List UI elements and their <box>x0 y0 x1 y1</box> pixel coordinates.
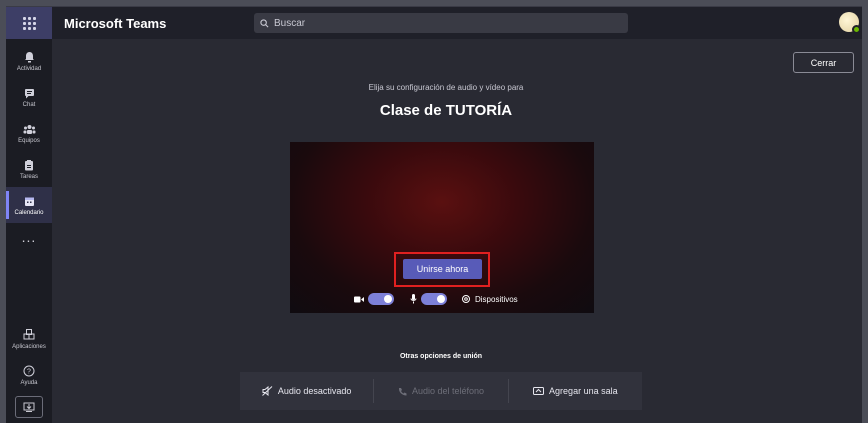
close-button[interactable]: Cerrar <box>793 52 854 73</box>
sidebar-item-label: Equipos <box>18 138 40 144</box>
sidebar-item-activity[interactable]: Actividad <box>6 43 52 79</box>
bell-icon <box>24 50 35 64</box>
sidebar-item-teams[interactable]: Equipos <box>6 115 52 151</box>
status-badge <box>852 25 861 34</box>
sidebar-item-tasks[interactable]: Tareas <box>6 151 52 187</box>
more-apps-button[interactable]: ... <box>6 219 52 255</box>
prejoin-subtitle: Elija su configuración de audio y vídeo … <box>368 83 524 92</box>
apps-icon <box>23 328 35 342</box>
calendar-icon <box>24 194 35 208</box>
video-preview <box>290 142 594 313</box>
sidebar-item-help[interactable]: ? Ayuda <box>6 357 52 393</box>
join-now-button[interactable]: Unirse ahora <box>403 259 482 279</box>
avatar[interactable] <box>839 12 861 34</box>
av-controls: Dispositivos <box>354 292 518 306</box>
waffle-icon <box>22 16 36 30</box>
option-label: Audio del teléfono <box>411 386 485 396</box>
download-app-button[interactable] <box>15 396 43 418</box>
speaker-off-icon <box>262 386 273 396</box>
microphone-toggle[interactable] <box>421 293 447 305</box>
option-label: Agregar una sala <box>549 386 618 396</box>
top-bar: Microsoft Teams Buscar <box>6 7 862 39</box>
sidebar-item-apps[interactable]: Aplicaciones <box>6 321 52 357</box>
room-icon <box>533 386 545 395</box>
camera-icon <box>354 296 364 302</box>
teams-icon <box>23 122 36 136</box>
add-room-option[interactable]: Agregar una sala <box>507 379 642 403</box>
sidebar-item-chat[interactable]: Chat <box>6 79 52 115</box>
search-placeholder: Buscar <box>274 17 306 29</box>
svg-text:?: ? <box>27 369 31 376</box>
camera-toggle[interactable] <box>368 293 394 305</box>
sidebar-item-label: Ayuda <box>20 380 38 386</box>
option-label: Audio desactivado <box>277 386 352 396</box>
tasks-icon <box>24 158 34 172</box>
download-icon <box>23 402 35 412</box>
other-options-bar: Audio desactivado Audio del teléfono Agr… <box>240 372 642 410</box>
other-options-heading: Otras opciones de unión <box>399 353 483 360</box>
teams-window: Microsoft Teams Buscar Actividad Chat Eq… <box>6 6 862 423</box>
audio-off-option[interactable]: Audio desactivado <box>240 379 373 403</box>
microphone-icon <box>410 294 417 304</box>
app-launcher-button[interactable] <box>6 7 52 39</box>
sidebar-item-label: Chat <box>22 102 36 108</box>
app-bar: Actividad Chat Equipos Tareas Calendario <box>6 39 52 423</box>
search-icon <box>260 18 269 27</box>
more-icon: ... <box>21 229 37 245</box>
gear-icon[interactable] <box>461 294 471 304</box>
sidebar-item-label: Tareas <box>19 174 38 180</box>
phone-icon <box>398 387 407 395</box>
app-title: Microsoft Teams <box>64 15 167 31</box>
devices-button[interactable]: Dispositivos <box>475 295 518 304</box>
sidebar-item-label: Aplicaciones <box>12 344 46 350</box>
sidebar-item-calendar[interactable]: Calendario <box>6 187 52 223</box>
chat-icon <box>24 86 35 100</box>
sidebar-item-label: Actividad <box>16 66 42 72</box>
search-input[interactable]: Buscar <box>254 13 628 33</box>
help-icon: ? <box>23 364 35 378</box>
phone-audio-option: Audio del teléfono <box>373 379 507 403</box>
meeting-title: Clase de TUTORÍA <box>379 102 513 119</box>
sidebar-item-label: Calendario <box>14 210 44 216</box>
